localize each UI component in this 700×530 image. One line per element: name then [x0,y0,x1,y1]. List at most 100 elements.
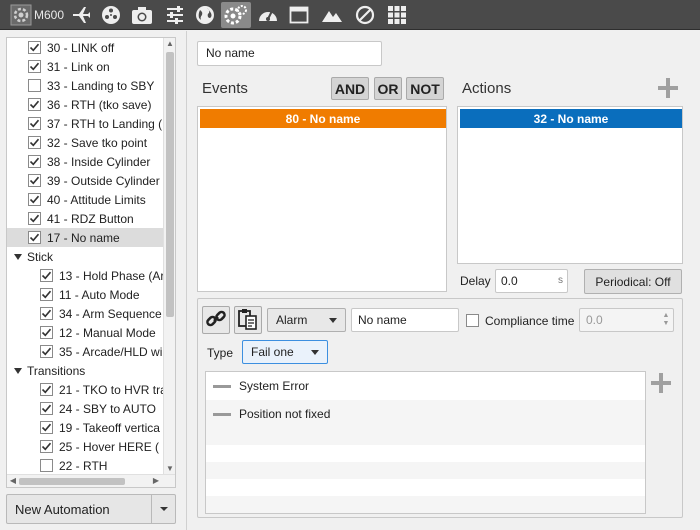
scroll-left-icon[interactable]: ◀ [8,476,18,486]
checkbox-checked[interactable] [40,288,53,301]
tree-horizontal-scrollbar[interactable]: ◀ ▶ [7,474,175,487]
new-automation-label: New Automation [15,501,110,517]
paste-button[interactable] [234,306,262,334]
expand-arrow-icon[interactable] [13,366,23,376]
checkbox-checked[interactable] [40,307,53,320]
condition-item[interactable]: System Error [206,372,645,400]
payload-button[interactable] [98,2,124,28]
new-automation-button[interactable]: New Automation [6,494,176,524]
checkbox-checked[interactable] [28,117,41,130]
or-button[interactable]: OR [374,77,402,100]
tree-item[interactable]: 41 - RDZ Button [7,209,163,228]
window-button[interactable] [286,2,312,28]
gauge-button[interactable] [255,2,281,28]
tree-item[interactable]: 38 - Inside Cylinder [7,152,163,171]
forbidden-button[interactable] [352,2,378,28]
tree-item[interactable]: 39 - Outside Cylinder [7,171,163,190]
caret-down-icon [311,350,319,355]
sliders-icon [165,5,185,25]
checkbox-checked[interactable] [40,345,53,358]
new-automation-dropdown[interactable] [151,495,175,523]
compliance-checkbox[interactable] [466,314,479,327]
tree-item[interactable]: 12 - Manual Mode [7,323,163,342]
scroll-thumb[interactable] [19,478,125,485]
empty-row [206,496,645,513]
checkbox-checked[interactable] [28,193,41,206]
add-action-plus-icon[interactable] [658,78,678,98]
tree-item[interactable]: 30 - LINK off [7,38,163,57]
condition-list[interactable]: System Error Position not fixed [205,371,646,514]
camera-icon [131,5,153,25]
caret-down-icon [329,318,337,323]
checkbox-checked[interactable] [40,326,53,339]
condition-item-label: Position not fixed [239,407,331,421]
tree-item[interactable]: 37 - RTH to Landing ( [7,114,163,133]
tree-item[interactable]: 35 - Arcade/HLD wi [7,342,163,361]
add-condition-plus-icon[interactable] [651,373,671,393]
tree-item[interactable]: 11 - Auto Mode [7,285,163,304]
condition-category-select[interactable]: Alarm [267,308,346,332]
events-list[interactable]: 80 - No name [197,106,447,292]
terrain-button[interactable] [318,2,346,28]
checkbox-checked[interactable] [40,440,53,453]
type-select[interactable]: Fail one [242,340,328,364]
tree-item[interactable]: 21 - TKO to HVR tra [7,380,163,399]
periodical-button[interactable]: Periodical: Off [584,269,682,294]
actions-list-item[interactable]: 32 - No name [460,109,682,128]
events-list-item[interactable]: 80 - No name [200,109,446,128]
tree-item[interactable]: 25 - Hover HERE ( H [7,437,163,456]
tree-item[interactable]: 17 - No name [7,228,163,247]
tree-item[interactable]: 33 - Landing to SBY [7,76,163,95]
tree-item-label: 11 - Auto Mode [59,287,140,302]
tree-item[interactable]: 34 - Arm Sequence [7,304,163,323]
globe-button[interactable] [192,2,218,28]
scroll-up-icon[interactable]: ▲ [165,39,175,49]
condition-item[interactable]: Position not fixed [206,400,645,428]
camera-button[interactable] [128,2,156,28]
checkbox-checked[interactable] [40,269,53,282]
checkbox-checked[interactable] [28,155,41,168]
tree-group[interactable]: Transitions [7,361,163,380]
checkbox-checked[interactable] [28,212,41,225]
tree-item[interactable]: 40 - Attitude Limits [7,190,163,209]
checkbox-checked[interactable] [40,421,53,434]
compliance-time-input[interactable]: 0.0 ▲ ▼ [579,308,674,332]
checkbox-checked[interactable] [28,60,41,73]
checkbox-checked[interactable] [40,383,53,396]
tree-item[interactable]: 13 - Hold Phase (Ar [7,266,163,285]
tree-item-label: 30 - LINK off [47,40,115,55]
tree-item[interactable]: 32 - Save tko point [7,133,163,152]
checkbox-unchecked[interactable] [40,459,53,472]
automation-name-input[interactable]: No name [197,41,382,66]
checkbox-checked[interactable] [28,136,41,149]
tree-item[interactable]: 24 - SBY to AUTO [7,399,163,418]
checkbox-checked[interactable] [28,41,41,54]
checkbox-checked[interactable] [28,98,41,111]
sliders-button[interactable] [162,2,188,28]
and-button[interactable]: AND [331,77,369,100]
checkbox-checked[interactable] [28,231,41,244]
not-button[interactable]: NOT [406,77,444,100]
tree-vertical-scrollbar[interactable]: ▲ ▼ [163,38,175,475]
condition-name-input[interactable]: No name [351,308,459,332]
brand-button[interactable]: M600 [8,2,66,28]
grid-button[interactable] [384,2,410,28]
tree-item[interactable]: 36 - RTH (tko save) [7,95,163,114]
tree-group[interactable]: Stick [7,247,163,266]
scroll-thumb[interactable] [166,52,174,317]
delay-input[interactable]: 0.0 s [495,269,568,293]
checkbox-unchecked[interactable] [28,79,41,92]
actions-list[interactable]: 32 - No name [457,106,683,264]
tree-item-label: 41 - RDZ Button [47,211,134,226]
checkbox-checked[interactable] [28,174,41,187]
tree-item[interactable]: 19 - Takeoff vertica [7,418,163,437]
scroll-right-icon[interactable]: ▶ [151,476,161,486]
automations-button[interactable] [221,2,251,28]
link-button[interactable] [202,306,230,334]
tree-item[interactable]: 22 - RTH [7,456,163,475]
tree-item[interactable]: 31 - Link on [7,57,163,76]
scroll-down-icon[interactable]: ▼ [165,464,175,474]
checkbox-checked[interactable] [40,402,53,415]
expand-arrow-icon[interactable] [13,252,23,262]
flight-button[interactable] [68,2,94,28]
